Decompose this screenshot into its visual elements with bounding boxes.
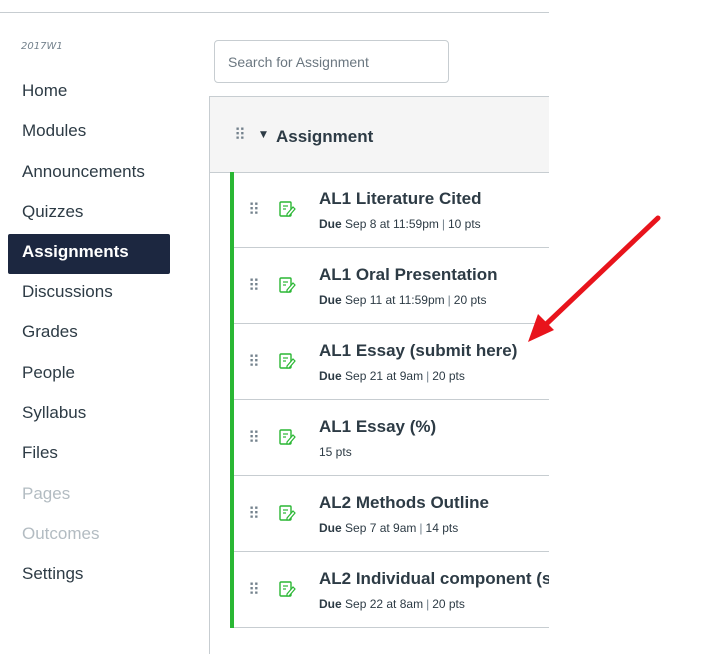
points: 20 pts — [432, 597, 465, 611]
assignment-meta: Due Sep 11 at 11:59pm | 20 pts — [319, 293, 487, 307]
course-nav: Home Modules Announcements Quizzes Assig… — [8, 73, 170, 597]
due-date: Sep 11 at 11:59pm — [345, 293, 445, 307]
drag-handle-icon[interactable]: ⠿ — [248, 278, 260, 294]
assignment-row[interactable]: ⠿ AL2 Methods Outline Due Sep 7 at 9am | 1… — [234, 476, 549, 552]
assignment-icon — [279, 277, 296, 293]
points: 14 pts — [425, 521, 459, 535]
due-label: Due — [319, 369, 342, 383]
assignment-group-title: Assignment — [276, 127, 374, 146]
top-divider — [0, 12, 549, 13]
drag-handle-icon[interactable]: ⠿ — [234, 127, 246, 143]
assignment-meta: 15 pts — [319, 445, 352, 459]
due-label: Due — [319, 521, 342, 535]
assignment-icon — [279, 353, 296, 369]
nav-item-pages: Pages — [22, 483, 71, 503]
nav-item-assignments[interactable]: Assignments — [8, 234, 170, 275]
assignment-meta: Due Sep 21 at 9am | 20 pts — [319, 369, 465, 383]
assignment-title[interactable]: AL1 Literature Cited — [319, 189, 481, 209]
assignment-title[interactable]: AL1 Essay (%) — [319, 417, 436, 437]
search-input[interactable] — [214, 40, 449, 83]
assignment-title[interactable]: AL1 Essay (submit here) — [319, 341, 517, 361]
assignment-meta: Due Sep 8 at 11:59pm | 10 pts — [319, 217, 481, 231]
assignment-icon — [279, 429, 296, 445]
nav-item-files[interactable]: Files — [8, 435, 170, 475]
assignment-title[interactable]: AL2 Methods Outline — [319, 493, 489, 513]
points: 15 pts — [319, 445, 352, 459]
assignment-row[interactable]: ⠿ AL1 Oral Presentation Due Sep 11 at 11… — [234, 248, 549, 324]
nav-item-outcomes: Outcomes — [22, 523, 100, 543]
assignment-meta: Due Sep 7 at 9am | 14 pts — [319, 521, 459, 535]
assignment-group-header[interactable]: ⠿ ▼ Assignment — [210, 97, 549, 173]
nav-item-home[interactable]: Home — [8, 73, 170, 113]
due-label: Due — [319, 597, 342, 611]
nav-item-modules[interactable]: Modules — [8, 113, 170, 153]
drag-handle-icon[interactable]: ⠿ — [248, 354, 260, 370]
assignment-icon — [279, 505, 296, 521]
assignment-row[interactable]: ⠿ AL1 Essay (submit here) Due Sep 21 at … — [234, 324, 549, 400]
points: 20 pts — [453, 293, 487, 307]
assignment-row[interactable]: ⠿ AL1 Essay (%) 15 pts — [234, 400, 549, 476]
drag-handle-icon[interactable]: ⠿ — [248, 430, 260, 446]
nav-item-syllabus[interactable]: Syllabus — [8, 395, 170, 435]
nav-item-discussions[interactable]: Discussions — [8, 274, 170, 314]
due-date: Sep 7 at 9am — [345, 521, 417, 535]
due-label: Due — [319, 293, 342, 307]
assignment-title[interactable]: AL1 Oral Presentation — [319, 265, 498, 285]
annotation-arrow — [528, 215, 661, 342]
assignment-icon — [279, 201, 296, 217]
due-date: Sep 21 at 9am — [345, 369, 424, 383]
assignment-title[interactable]: AL2 Individual component (su — [319, 569, 549, 589]
due-date: Sep 22 at 8am — [345, 597, 424, 611]
drag-handle-icon[interactable]: ⠿ — [248, 582, 260, 598]
assignment-row[interactable]: ⠿ AL2 Individual component (su Due Sep 2… — [234, 552, 549, 628]
caret-down-icon[interactable]: ▼ — [260, 130, 267, 140]
assignment-icon — [279, 581, 296, 597]
nav-item-quizzes[interactable]: Quizzes — [8, 194, 170, 234]
assignment-list: ⠿ AL1 Literature Cited Due Sep 8 at 11:5… — [230, 172, 549, 628]
assignment-group: ⠿ ▼ Assignment ⠿ AL1 Literature Cited Du… — [209, 96, 549, 654]
nav-item-grades[interactable]: Grades — [8, 314, 170, 354]
assignment-meta: Due Sep 22 at 8am | 20 pts — [319, 597, 465, 611]
points: 20 pts — [432, 369, 465, 383]
drag-handle-icon[interactable]: ⠿ — [248, 202, 260, 218]
term-label: 2017W1 — [21, 41, 63, 52]
points: 10 pts — [447, 217, 481, 231]
nav-item-announcements[interactable]: Announcements — [8, 154, 170, 194]
due-label: Due — [319, 217, 342, 231]
drag-handle-icon[interactable]: ⠿ — [248, 506, 260, 522]
due-date: Sep 8 at 11:59pm — [345, 217, 439, 231]
nav-item-settings[interactable]: Settings — [8, 556, 170, 596]
assignment-row[interactable]: ⠿ AL1 Literature Cited Due Sep 8 at 11:5… — [234, 172, 549, 248]
nav-item-people[interactable]: People — [8, 355, 170, 395]
